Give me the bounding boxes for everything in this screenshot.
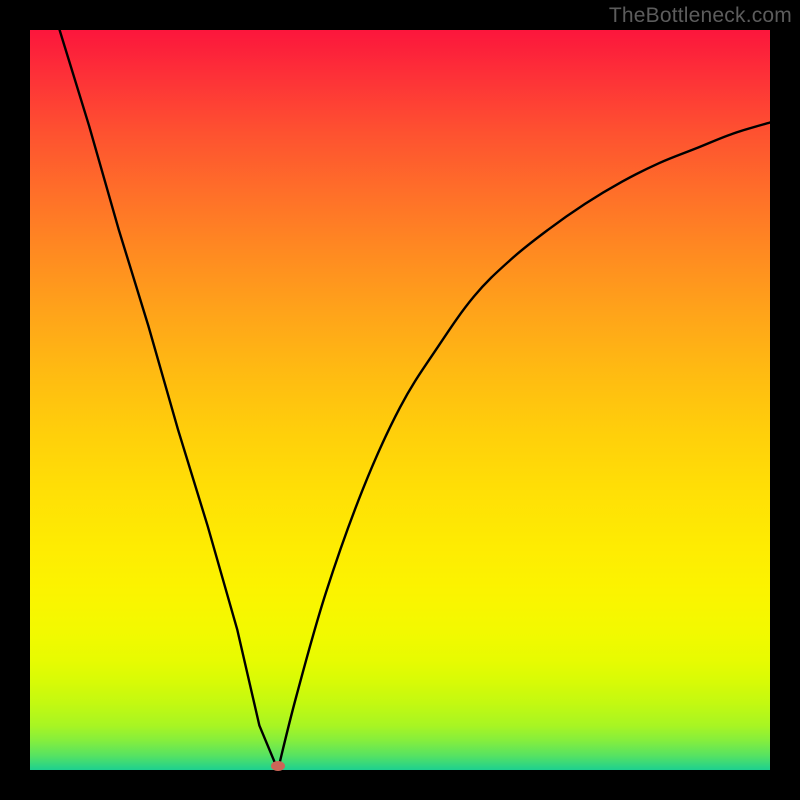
- minimum-marker: [271, 761, 285, 771]
- chart-frame: TheBottleneck.com: [0, 0, 800, 800]
- attribution-text: TheBottleneck.com: [609, 4, 792, 28]
- bottleneck-curve: [30, 30, 770, 770]
